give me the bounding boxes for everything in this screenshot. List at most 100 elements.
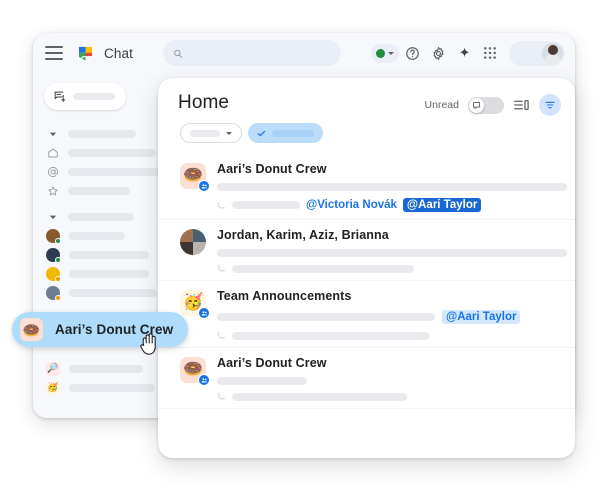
message-preview-row: @Aari Taylor	[217, 310, 561, 324]
presence-badge	[55, 294, 61, 301]
unread-toggle[interactable]	[468, 96, 504, 114]
toggle-knob	[469, 97, 484, 113]
screenshot-stage: Chat 🔎 🥳 Home Unread 🍩 Aari’s Donut Crew…	[0, 0, 608, 500]
conversation-body: Team Announcements @Aari Taylor	[217, 289, 561, 340]
conversation-title: Team Announcements	[217, 289, 352, 303]
search-input[interactable]	[188, 47, 331, 59]
mention-aari-taylor[interactable]: @Aari Taylor	[442, 310, 521, 324]
filter-icon	[545, 101, 555, 109]
conversation-row[interactable]: Jordan, Karim, Aziz, Brianna	[158, 220, 575, 281]
conversation-row[interactable]: 🍩 Aari’s Donut Crew	[158, 348, 575, 409]
search-bar[interactable]	[162, 40, 341, 66]
dragging-space-pill[interactable]: 🍩 Aari’s Donut Crew	[12, 312, 188, 347]
unread-toggle-label: Unread	[424, 99, 459, 111]
conversation-title: Aari’s Donut Crew	[217, 162, 327, 176]
chevron-down-icon	[226, 131, 232, 135]
group-avatar	[180, 229, 206, 255]
home-icon	[46, 146, 59, 159]
unread-bubble-icon	[473, 101, 480, 109]
reply-snippet	[217, 331, 561, 340]
sidebar-item-label	[69, 364, 143, 373]
conversation-row[interactable]: 🍩 Aari’s Donut Crew	[158, 154, 575, 220]
avatar	[542, 42, 563, 64]
settings-icon[interactable]	[425, 40, 451, 66]
new-chat-icon	[54, 91, 66, 102]
reply-text-placeholder	[232, 201, 300, 209]
space-members-badge	[198, 180, 210, 192]
home-panel: Home Unread 🍩 Aari’s Donut Crew @Victori…	[158, 78, 575, 458]
presence-status-chip[interactable]	[371, 43, 399, 63]
reply-text-placeholder	[232, 331, 430, 340]
left-canvas-margin	[0, 0, 12, 500]
message-preview-placeholder	[217, 377, 307, 385]
sidebar-item-label	[69, 288, 157, 297]
sidebar-item-label	[69, 231, 125, 240]
google-chat-logo	[76, 44, 95, 63]
reply-arrow-icon	[218, 393, 225, 400]
apps-grid-icon[interactable]	[477, 40, 503, 66]
filter-button[interactable]	[539, 94, 561, 116]
app-brand-label: Chat	[104, 45, 133, 61]
reply-snippet: @Victoria Novák @Aari Taylor	[217, 198, 561, 212]
donut-emoji-avatar: 🍩	[180, 163, 210, 192]
conversation-row[interactable]: 🥳 Team Announcements @Aari Taylor	[158, 281, 575, 348]
space-members-badge	[198, 307, 210, 319]
mentions-at-icon	[46, 165, 59, 178]
sidebar-item-label	[69, 383, 155, 392]
reply-arrow-icon	[218, 332, 225, 339]
conversation-body: Jordan, Karim, Aziz, Brianna	[217, 228, 567, 273]
mention-victoria-novak[interactable]: @Victoria Novák	[306, 199, 397, 211]
reply-snippet	[217, 264, 561, 273]
chip-selected[interactable]	[248, 123, 323, 143]
sidebar-item-label	[69, 250, 149, 259]
party-face-emoji-avatar: 🥳	[46, 380, 60, 395]
gemini-sparkle-icon[interactable]	[451, 40, 477, 66]
sidebar-item-label	[68, 186, 130, 195]
conversation-title: Jordan, Karim, Aziz, Brianna	[217, 228, 389, 242]
reply-arrow-icon	[218, 201, 225, 208]
grabbing-hand-cursor	[140, 333, 156, 355]
message-preview-placeholder	[217, 249, 567, 257]
person-avatar	[46, 228, 61, 244]
panel-header-actions: Unread	[425, 94, 561, 116]
chevron-down-icon	[46, 210, 59, 223]
chip-label-placeholder	[190, 129, 220, 137]
message-preview-placeholder	[217, 313, 435, 321]
reply-snippet	[217, 392, 561, 401]
party-face-emoji-avatar: 🥳	[180, 290, 210, 319]
presence-badge	[55, 256, 61, 263]
search-icon	[174, 49, 183, 58]
check-icon	[257, 130, 266, 136]
chip-dropdown[interactable]	[180, 123, 242, 143]
sidebar-section-label-placeholder	[68, 129, 136, 138]
toolbar-actions	[371, 40, 565, 66]
message-preview-placeholder	[217, 183, 567, 191]
help-icon[interactable]	[399, 40, 425, 66]
account-button[interactable]	[509, 40, 565, 66]
presence-badge	[55, 237, 61, 244]
new-chat-button[interactable]	[44, 83, 126, 110]
panel-header: Home Unread	[158, 78, 575, 116]
chevron-down-icon	[388, 51, 394, 55]
reply-text-placeholder	[232, 392, 407, 401]
space-members-badge	[198, 374, 210, 386]
conversation-body: Aari’s Donut Crew	[217, 356, 561, 401]
mention-aari-taylor[interactable]: @Aari Taylor	[402, 198, 482, 212]
reply-text-placeholder	[232, 264, 414, 273]
reply-arrow-icon	[218, 265, 225, 272]
person-avatar	[46, 285, 61, 301]
presence-badge	[55, 275, 61, 282]
sidebar-item-label	[68, 148, 156, 157]
person-avatar	[46, 247, 61, 263]
filter-chips	[180, 123, 575, 143]
magnifier-emoji-avatar: 🔎	[46, 361, 60, 376]
chevron-down-icon	[46, 127, 59, 140]
conversation-title: Aari’s Donut Crew	[217, 356, 327, 370]
star-icon	[46, 184, 59, 197]
donut-emoji-avatar: 🍩	[20, 318, 43, 341]
list-density-icon[interactable]	[513, 97, 530, 114]
hamburger-icon[interactable]	[45, 46, 63, 60]
status-dot	[376, 48, 385, 58]
sidebar-item-label	[69, 269, 149, 278]
chip-label-placeholder	[272, 129, 314, 137]
